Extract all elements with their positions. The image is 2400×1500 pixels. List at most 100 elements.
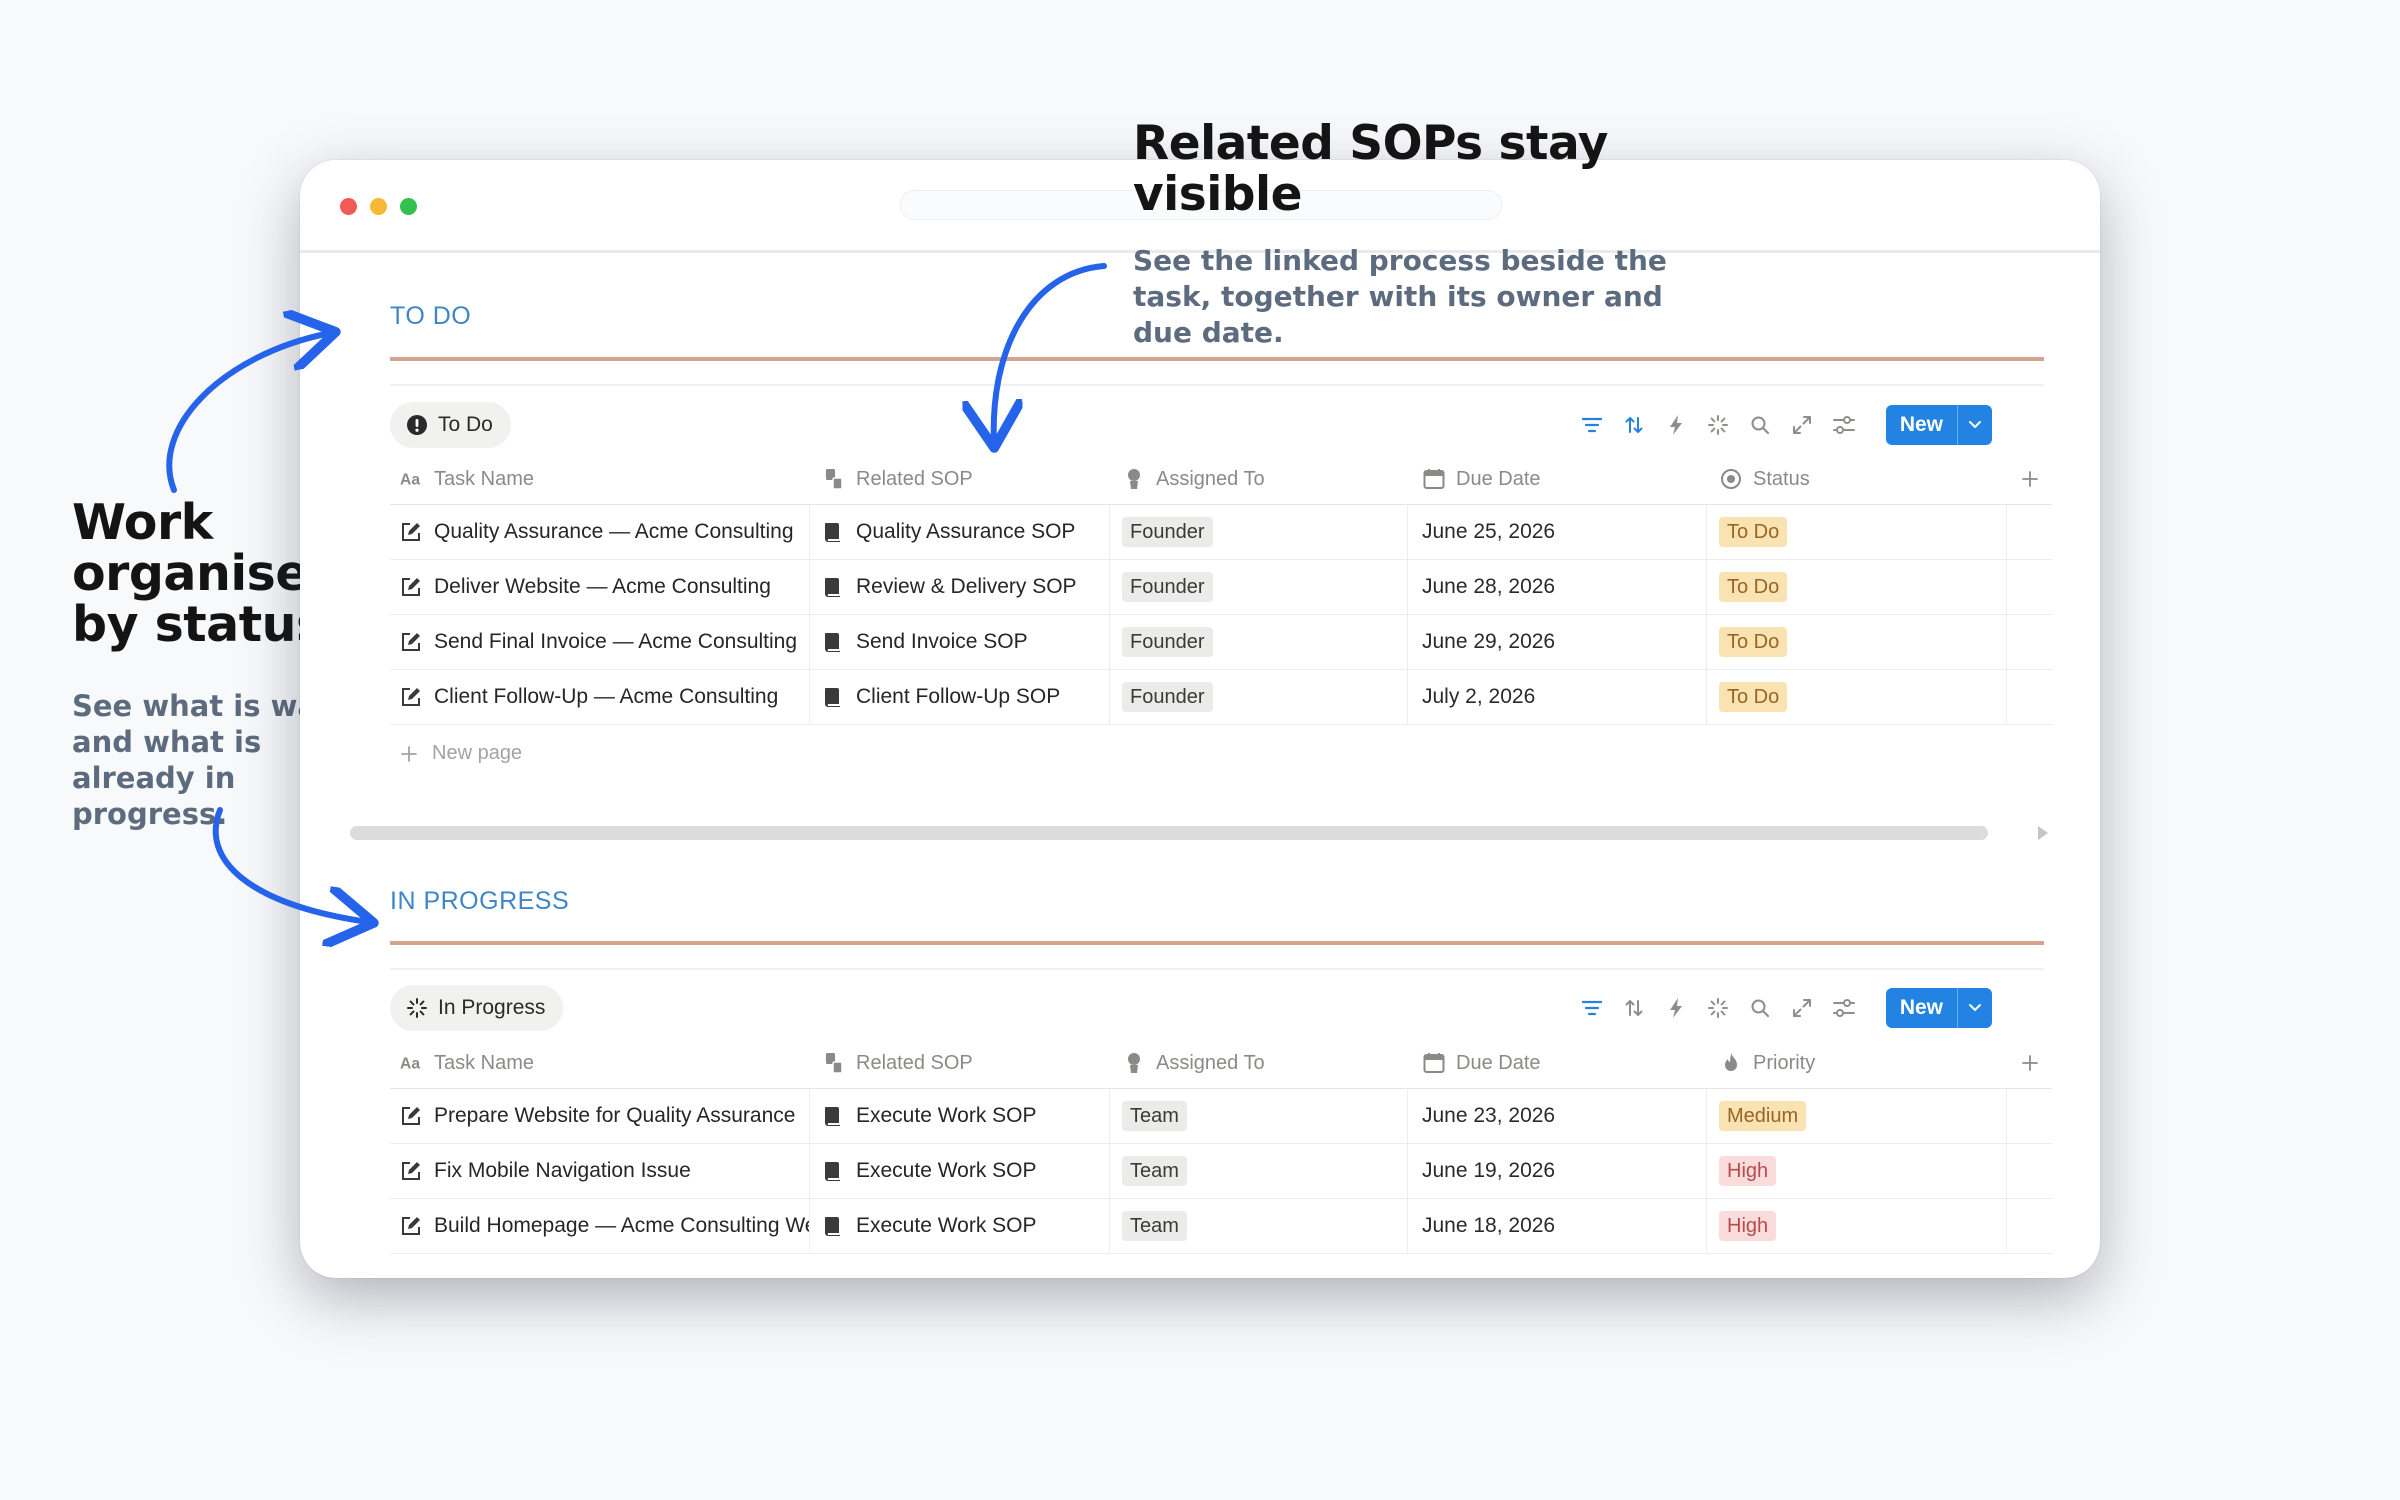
search-icon[interactable]: [1748, 413, 1772, 437]
related-sop-link[interactable]: Execute Work SOP: [856, 1159, 1037, 1183]
todo-new-button[interactable]: New: [1885, 405, 1992, 445]
svg-text:Aa: Aa: [400, 472, 420, 488]
due-date[interactable]: June 23, 2026: [1422, 1104, 1555, 1128]
related-sop-link[interactable]: Execute Work SOP: [856, 1104, 1037, 1128]
priority-badge[interactable]: High: [1719, 1210, 1777, 1241]
relation-icon: [822, 1052, 846, 1074]
scroll-right-arrow-icon[interactable]: [2038, 826, 2048, 840]
add-property-button[interactable]: [2007, 1038, 2052, 1088]
status-badge[interactable]: To Do: [1719, 516, 1788, 547]
column-header-assigned-to[interactable]: Assigned To: [1110, 454, 1408, 504]
task-name[interactable]: Deliver Website — Acme Consulting: [434, 575, 771, 599]
document-icon: [822, 631, 844, 653]
loader-icon[interactable]: [1706, 413, 1730, 437]
person-icon: [1122, 468, 1146, 490]
priority-badge[interactable]: High: [1719, 1155, 1777, 1186]
horizontal-scrollbar[interactable]: [350, 826, 1988, 840]
top-annotation-subtitle-line: due date.: [1133, 316, 1284, 349]
task-name[interactable]: Fix Mobile Navigation Issue: [434, 1159, 691, 1183]
related-sop-link[interactable]: Send Invoice SOP: [856, 630, 1028, 654]
due-date[interactable]: June 19, 2026: [1422, 1159, 1555, 1183]
document-icon: [822, 686, 844, 708]
lightning-icon[interactable]: [1664, 413, 1688, 437]
filter-icon[interactable]: [1580, 413, 1604, 437]
document-icon: [822, 1160, 844, 1182]
chevron-down-icon[interactable]: [1957, 405, 1992, 445]
status-badge[interactable]: To Do: [1719, 681, 1788, 712]
table-row[interactable]: Client Follow-Up — Acme Consulting Clien…: [390, 669, 2052, 725]
table-row[interactable]: Fix Mobile Navigation Issue Execute Work…: [390, 1143, 2052, 1199]
assigned-to-tag[interactable]: Team: [1122, 1100, 1187, 1131]
due-date[interactable]: June 18, 2026: [1422, 1214, 1555, 1238]
column-header-due-date[interactable]: Due Date: [1408, 454, 1707, 504]
column-header-related-sop[interactable]: Related SOP: [810, 1038, 1110, 1088]
calendar-icon: [1422, 1052, 1446, 1074]
column-header-priority[interactable]: Priority: [1707, 1038, 2007, 1088]
column-header-assigned-to[interactable]: Assigned To: [1110, 1038, 1408, 1088]
inprogress-section-subdivider: [390, 968, 2044, 970]
add-property-button[interactable]: [2007, 454, 2052, 504]
due-date[interactable]: June 25, 2026: [1422, 520, 1555, 544]
table-row[interactable]: Prepare Website for Quality Assurance Ex…: [390, 1088, 2052, 1144]
document-icon: [822, 576, 844, 598]
column-header-task-name[interactable]: Aa Task Name: [390, 454, 810, 504]
related-sop-link[interactable]: Client Follow-Up SOP: [856, 685, 1060, 709]
status-icon: [1719, 468, 1743, 490]
new-page-label: New page: [432, 742, 523, 764]
assigned-to-tag[interactable]: Founder: [1122, 681, 1213, 712]
todo-view-tab[interactable]: To Do: [390, 402, 511, 448]
expand-icon[interactable]: [1790, 996, 1814, 1020]
sort-icon[interactable]: [1622, 413, 1646, 437]
inprogress-view-tab[interactable]: In Progress: [390, 985, 564, 1031]
table-row[interactable]: Send Final Invoice — Acme Consulting Sen…: [390, 614, 2052, 670]
column-header-status[interactable]: Status: [1707, 454, 2007, 504]
maximize-window-button[interactable]: [400, 198, 417, 215]
due-date[interactable]: June 29, 2026: [1422, 630, 1555, 654]
related-sop-link[interactable]: Quality Assurance SOP: [856, 520, 1075, 544]
chevron-down-icon[interactable]: [1957, 988, 1992, 1028]
sort-icon[interactable]: [1622, 996, 1646, 1020]
settings-sliders-icon[interactable]: [1832, 413, 1856, 437]
minimize-window-button[interactable]: [370, 198, 387, 215]
lightning-icon[interactable]: [1664, 996, 1688, 1020]
close-window-button[interactable]: [340, 198, 357, 215]
expand-icon[interactable]: [1790, 413, 1814, 437]
todo-section-divider: [390, 357, 2044, 361]
column-header-task-name[interactable]: Aa Task Name: [390, 1038, 810, 1088]
related-sop-link[interactable]: Review & Delivery SOP: [856, 575, 1077, 599]
edit-page-icon: [400, 576, 422, 598]
assigned-to-tag[interactable]: Founder: [1122, 571, 1213, 602]
todo-new-button-label: New: [1899, 413, 1943, 436]
edit-page-icon: [400, 1105, 422, 1127]
search-icon[interactable]: [1748, 996, 1772, 1020]
edit-page-icon: [400, 686, 422, 708]
task-name[interactable]: Quality Assurance — Acme Consulting: [434, 520, 794, 544]
assigned-to-tag[interactable]: Team: [1122, 1210, 1187, 1241]
column-header-related-sop[interactable]: Related SOP: [810, 454, 1110, 504]
table-row[interactable]: Deliver Website — Acme Consulting Review…: [390, 559, 2052, 615]
filter-icon[interactable]: [1580, 996, 1604, 1020]
task-name[interactable]: Send Final Invoice — Acme Consulting: [434, 630, 797, 654]
status-badge[interactable]: To Do: [1719, 626, 1788, 657]
priority-badge[interactable]: Medium: [1719, 1100, 1807, 1131]
task-name[interactable]: Client Follow-Up — Acme Consulting: [434, 685, 778, 709]
assigned-to-tag[interactable]: Team: [1122, 1155, 1187, 1186]
table-row[interactable]: Quality Assurance — Acme Consulting Qual…: [390, 504, 2052, 560]
settings-sliders-icon[interactable]: [1832, 996, 1856, 1020]
loader-icon[interactable]: [1706, 996, 1730, 1020]
due-date[interactable]: June 28, 2026: [1422, 575, 1555, 599]
new-page-button[interactable]: New page: [400, 742, 522, 765]
plus-icon: [2021, 1054, 2039, 1072]
table-row[interactable]: Build Homepage — Acme Consulting Website…: [390, 1198, 2052, 1254]
related-sop-link[interactable]: Execute Work SOP: [856, 1214, 1037, 1238]
column-header-label: Task Name: [434, 467, 535, 490]
assigned-to-tag[interactable]: Founder: [1122, 516, 1213, 547]
inprogress-new-button[interactable]: New: [1885, 988, 1992, 1028]
task-name[interactable]: Build Homepage — Acme Consulting Website: [434, 1214, 809, 1238]
task-name[interactable]: Prepare Website for Quality Assurance: [434, 1104, 795, 1128]
column-header-due-date[interactable]: Due Date: [1408, 1038, 1707, 1088]
assigned-to-tag[interactable]: Founder: [1122, 626, 1213, 657]
inprogress-table-header: Aa Task Name Related SOP Assigned To Due…: [390, 1038, 2052, 1089]
due-date[interactable]: July 2, 2026: [1422, 685, 1535, 709]
status-badge[interactable]: To Do: [1719, 571, 1788, 602]
